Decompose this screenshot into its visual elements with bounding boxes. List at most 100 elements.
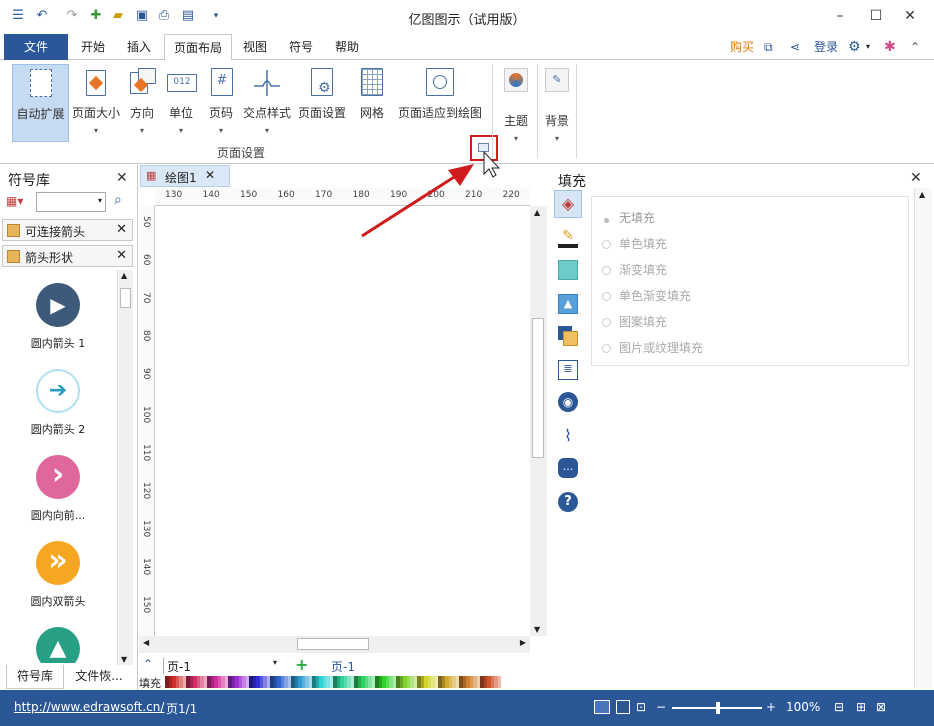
- zoom-slider-thumb[interactable]: [716, 702, 720, 714]
- auto-expand-button[interactable]: 自动扩展: [12, 64, 69, 142]
- canvas-vscroll-thumb[interactable]: [532, 318, 544, 458]
- close-icon[interactable]: ✕: [900, 6, 920, 26]
- view-normal-icon[interactable]: [594, 700, 610, 714]
- shape-circle-double-arrow[interactable]: » 圆内双箭头: [0, 541, 116, 627]
- zoom-in-icon[interactable]: +: [766, 700, 776, 714]
- library-tab-close-icon[interactable]: ✕: [116, 248, 127, 263]
- line-pen-icon[interactable]: ✎: [558, 228, 578, 248]
- menu-help[interactable]: 帮助: [328, 34, 366, 60]
- scroll-up-icon[interactable]: ▲: [919, 190, 925, 199]
- view-presentation-icon[interactable]: ⊡: [636, 700, 646, 714]
- menu-symbols[interactable]: 符号: [282, 34, 320, 60]
- hyperlink-globe-icon[interactable]: ◉: [558, 392, 578, 412]
- share-icon[interactable]: ⋖: [790, 39, 800, 55]
- page-tab[interactable]: 页-1: [331, 658, 355, 675]
- fit-width-icon[interactable]: ⊟: [834, 700, 844, 714]
- settings-dropdown-icon[interactable]: ▾: [866, 39, 870, 55]
- fill-option-gradient[interactable]: 渐变填充: [602, 261, 667, 278]
- page-number-button[interactable]: # 页码 ▾: [204, 64, 238, 142]
- minimize-icon[interactable]: –: [830, 6, 850, 26]
- scroll-right-icon[interactable]: ▶: [520, 638, 526, 647]
- shape-list: ▶ 圆内箭头 1 ➔ 圆内箭头 2 › 圆内向前... » 圆内双箭头 ▲: [0, 283, 116, 663]
- fill-panel-close-icon[interactable]: ✕: [910, 170, 922, 186]
- shape-circle-forward[interactable]: › 圆内向前...: [0, 455, 116, 541]
- scroll-down-icon[interactable]: ▼: [121, 655, 127, 664]
- help-icon[interactable]: ?: [558, 492, 578, 512]
- scroll-up-icon[interactable]: ▲: [121, 271, 127, 280]
- shadow-icon[interactable]: [558, 260, 578, 280]
- menu-file[interactable]: 文件: [4, 34, 68, 60]
- library-search-input[interactable]: ▾: [36, 192, 106, 212]
- share-screen-icon[interactable]: ⧉: [764, 39, 773, 55]
- zoom-out-icon[interactable]: −: [656, 700, 666, 714]
- library-tab-close-icon[interactable]: ✕: [116, 222, 127, 237]
- comment-icon[interactable]: …: [558, 458, 578, 478]
- canvas-horizontal-scrollbar[interactable]: ◀ ▶: [139, 636, 530, 653]
- website-link[interactable]: http://www.edrawsoft.cn/: [14, 700, 164, 714]
- search-icon[interactable]: ⌕: [114, 192, 122, 208]
- canvas-vertical-scrollbar[interactable]: ▲ ▼: [530, 206, 547, 636]
- document-tab[interactable]: ▦ 绘图1 ✕: [140, 165, 230, 187]
- add-page-icon[interactable]: +: [295, 655, 308, 674]
- theme-button[interactable]: 主题 ▾: [498, 64, 534, 143]
- fill-option-picture[interactable]: 图片或纹理填充: [602, 339, 703, 356]
- library-tab-connectable-arrows[interactable]: 可连接箭头 ✕: [2, 219, 133, 241]
- shape-circle-arrow-1[interactable]: ▶ 圆内箭头 1: [0, 283, 116, 369]
- theme-logo-icon[interactable]: ✱: [884, 39, 896, 55]
- buy-link[interactable]: 购买: [730, 39, 754, 55]
- page-select-dropdown-icon[interactable]: ▾: [273, 658, 277, 667]
- shape-circle-arrow-2[interactable]: ➔ 圆内箭头 2: [0, 369, 116, 455]
- document-tab-close-icon[interactable]: ✕: [205, 168, 215, 182]
- layers-icon[interactable]: [558, 326, 578, 346]
- library-close-icon[interactable]: ✕: [116, 170, 128, 186]
- bottom-tab-symbols[interactable]: 符号库: [6, 665, 64, 689]
- fill-option-solid[interactable]: 单色填充: [602, 235, 667, 252]
- collapse-ribbon-icon[interactable]: ⌃: [910, 39, 920, 55]
- jump-style-button[interactable]: 交点样式 ▾: [242, 64, 292, 142]
- view-page-icon[interactable]: [616, 700, 630, 714]
- page-collapse-icon[interactable]: ⌃: [143, 657, 153, 671]
- library-scrollbar[interactable]: ▲ ▼: [117, 270, 133, 665]
- scroll-up-icon[interactable]: ▲: [534, 208, 540, 217]
- scroll-down-icon[interactable]: ▼: [534, 625, 540, 634]
- document-list-icon[interactable]: ≣: [558, 360, 578, 380]
- attachment-icon[interactable]: ⌇: [558, 426, 578, 446]
- background-button[interactable]: ✎ 背景 ▾: [541, 64, 573, 143]
- menu-page-layout[interactable]: 页面布局: [164, 34, 232, 61]
- scroll-left-icon[interactable]: ◀: [143, 638, 149, 647]
- settings-gear-icon[interactable]: ⚙: [848, 39, 861, 55]
- fill-option-none[interactable]: 无填充: [602, 209, 655, 226]
- library-menu-icon[interactable]: ▦▾: [6, 194, 34, 210]
- zoom-slider[interactable]: [672, 702, 762, 714]
- library-tab-arrow-shapes[interactable]: 箭头形状 ✕: [2, 245, 133, 267]
- full-screen-icon[interactable]: ⊠: [876, 700, 886, 714]
- shape-circle-up-arrow[interactable]: ▲: [0, 627, 116, 663]
- maximize-icon[interactable]: ☐: [866, 6, 886, 26]
- menu-insert[interactable]: 插入: [120, 34, 158, 60]
- drawing-canvas[interactable]: [156, 206, 530, 636]
- fit-page-to-drawing-button[interactable]: 页面适应到绘图: [396, 64, 484, 142]
- ruler-tick-label: 170: [315, 190, 333, 200]
- unit-button[interactable]: 012 单位 ▾: [164, 64, 198, 142]
- palette-swatch[interactable]: [497, 676, 501, 688]
- fit-page-status-icon[interactable]: ⊞: [856, 700, 866, 714]
- menu-view[interactable]: 视图: [236, 34, 274, 60]
- library-scroll-thumb[interactable]: [120, 288, 131, 308]
- background-dropdown-icon: ▾: [554, 134, 559, 143]
- page-select[interactable]: 页-1: [163, 658, 283, 674]
- image-icon[interactable]: ▲: [558, 294, 578, 314]
- menu-home[interactable]: 开始: [74, 34, 112, 60]
- fill-option-single-gradient[interactable]: 单色渐变填充: [602, 287, 691, 304]
- palette-swatches[interactable]: [165, 676, 520, 688]
- grid-button[interactable]: 网格: [354, 64, 390, 142]
- library-search-dropdown-icon[interactable]: ▾: [98, 196, 102, 205]
- fill-panel-scrollbar[interactable]: ▲: [914, 188, 932, 688]
- canvas-hscroll-thumb[interactable]: [297, 638, 369, 650]
- bottom-tab-file-recovery[interactable]: 文件恢...: [68, 665, 130, 689]
- fill-bucket-icon[interactable]: ◈: [554, 190, 582, 218]
- page-setup-button[interactable]: ⚙ 页面设置: [296, 64, 348, 142]
- page-size-button[interactable]: 页面大小 ▾: [70, 64, 122, 142]
- orientation-button[interactable]: 方向 ▾: [124, 64, 160, 142]
- fill-option-pattern[interactable]: 图案填充: [602, 313, 667, 330]
- login-link[interactable]: 登录: [814, 39, 838, 55]
